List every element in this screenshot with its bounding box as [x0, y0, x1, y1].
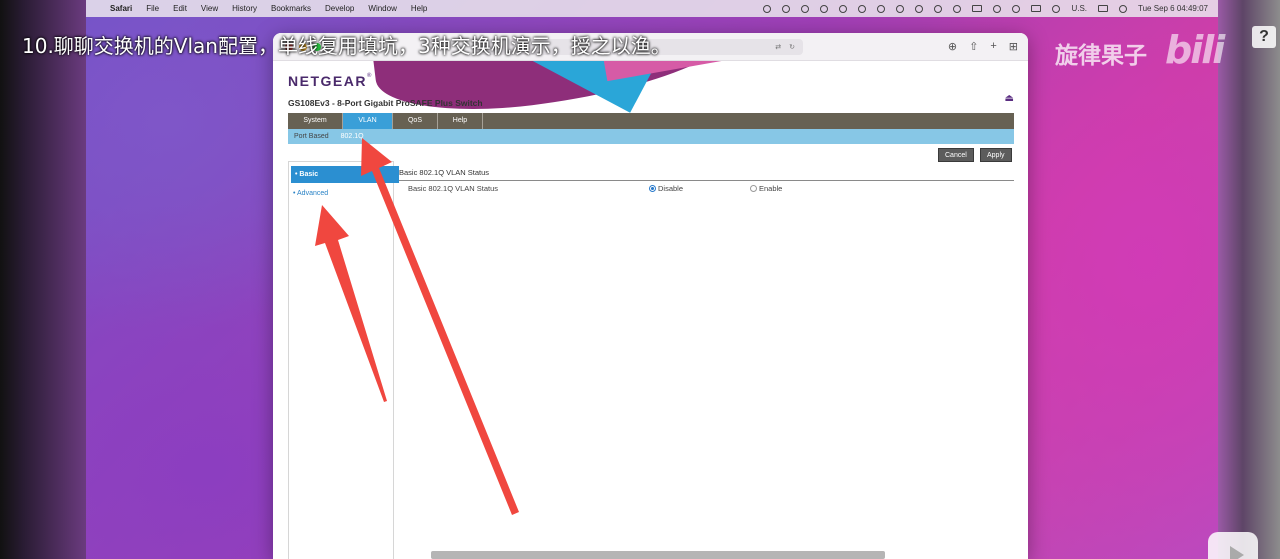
- translate-icon[interactable]: ⇄: [775, 43, 781, 51]
- tv-icon[interactable]: [1208, 532, 1258, 559]
- menu-bar: Safari File Edit View History Bookmarks …: [86, 0, 1218, 17]
- download-icon[interactable]: ⊕: [948, 40, 957, 53]
- radio-label: Disable: [658, 184, 684, 193]
- main-nav: System VLAN QoS Help: [288, 113, 1014, 129]
- video-right-edge: [1218, 0, 1280, 559]
- search-icon[interactable]: [1052, 4, 1061, 13]
- section-title: Basic 802.1Q VLAN Status: [399, 168, 1014, 181]
- radio-circle[interactable]: [750, 185, 757, 192]
- cloud-icon[interactable]: [801, 4, 810, 13]
- play-icon[interactable]: [839, 4, 848, 13]
- menu-safari[interactable]: Safari: [110, 4, 132, 13]
- record-icon[interactable]: [763, 4, 772, 13]
- moon-icon[interactable]: [820, 4, 829, 13]
- bell-icon[interactable]: [877, 4, 886, 13]
- menu-history[interactable]: History: [232, 4, 257, 13]
- subnav-port-based[interactable]: Port Based: [288, 133, 335, 140]
- sidebar-item-basic[interactable]: • Basic: [291, 166, 399, 183]
- radio-enable[interactable]: Enable: [750, 184, 782, 193]
- bluetooth-icon[interactable]: [953, 4, 962, 13]
- battery-icon[interactable]: [972, 5, 983, 12]
- device-model: GS108Ev3 - 8-Port Gigabit ProSAFE Plus S…: [288, 98, 483, 108]
- radio-disable[interactable]: Disable: [649, 184, 683, 193]
- brand-mark: ®: [366, 73, 373, 79]
- tab-qos[interactable]: QoS: [393, 113, 438, 129]
- input-source[interactable]: U.S.: [1071, 4, 1087, 13]
- tab-help[interactable]: Help: [438, 113, 483, 129]
- menu-develop[interactable]: Develop: [325, 4, 354, 13]
- video-subtitle: 10.聊聊交换机的Vlan配置，单线复用填坑，3种交换机演示，授之以渔。: [22, 34, 671, 58]
- netgear-logo: NETGEAR®: [288, 73, 373, 89]
- siri-icon[interactable]: [1119, 4, 1128, 13]
- clock[interactable]: Tue Sep 6 04:49:07: [1138, 4, 1208, 13]
- status-label: Basic 802.1Q VLAN Status: [408, 184, 499, 193]
- help-button[interactable]: ?: [1252, 26, 1276, 48]
- wechat-icon[interactable]: [858, 4, 867, 13]
- radio-circle[interactable]: [649, 185, 656, 192]
- display-icon[interactable]: [1031, 5, 1042, 12]
- toolbar-actions: ⊕ ⇧ + ⊞: [948, 40, 1018, 53]
- headphones-icon[interactable]: [915, 4, 924, 13]
- vlan-subnav: Port Based 802.1Q: [288, 129, 1014, 144]
- sidebar-item-label: Advanced: [297, 190, 329, 197]
- tab-overview-icon[interactable]: ⊞: [1009, 40, 1018, 53]
- tab-vlan[interactable]: VLAN: [343, 113, 393, 129]
- share-icon[interactable]: ⇧: [969, 40, 978, 53]
- mic-icon[interactable]: [896, 4, 905, 13]
- config-sidebar: • Basic • Advanced: [288, 161, 399, 559]
- new-tab-icon[interactable]: +: [990, 40, 996, 53]
- status-area: U.S. Tue Sep 6 04:49:07: [763, 0, 1208, 17]
- netgear-banner: [273, 61, 1028, 121]
- wifi-icon[interactable]: [993, 4, 1002, 13]
- sidebar-item-label: Basic: [299, 171, 319, 178]
- horizontal-scrollbar[interactable]: [431, 551, 885, 559]
- menu-help[interactable]: Help: [411, 4, 427, 13]
- logout-icon[interactable]: ⏏: [1005, 93, 1014, 104]
- banner-wave: [600, 61, 726, 82]
- menu-file[interactable]: File: [146, 4, 159, 13]
- cancel-button[interactable]: Cancel: [938, 148, 974, 162]
- control-center-icon[interactable]: [1098, 5, 1109, 12]
- channel-watermark: 旋律果子: [1055, 43, 1147, 69]
- radio-label: Enable: [759, 184, 783, 193]
- code-icon[interactable]: [1012, 4, 1021, 13]
- tab-system[interactable]: System: [288, 113, 343, 129]
- camera-icon[interactable]: [782, 4, 791, 13]
- reload-icon[interactable]: ↻: [789, 43, 795, 51]
- safari-window: ⇄ ↻ ⊕ ⇧ + ⊞ NETGEAR® GS108Ev3 - 8-Port G…: [273, 33, 1028, 559]
- subnav-8021q[interactable]: 802.1Q: [335, 133, 370, 140]
- menu-bookmarks[interactable]: Bookmarks: [271, 4, 311, 13]
- menu-view[interactable]: View: [201, 4, 218, 13]
- brand-name: NETGEAR: [288, 73, 367, 89]
- apply-button[interactable]: Apply: [980, 148, 1012, 162]
- menu-edit[interactable]: Edit: [173, 4, 187, 13]
- video-left-edge: [0, 0, 86, 559]
- menu-window[interactable]: Window: [368, 4, 396, 13]
- vlan-status-row: Basic 802.1Q VLAN Status Disable Enable: [399, 184, 1014, 196]
- sidebar-item-advanced[interactable]: • Advanced: [289, 185, 393, 202]
- history-icon[interactable]: [934, 4, 943, 13]
- bilibili-logo: bili: [1165, 28, 1225, 72]
